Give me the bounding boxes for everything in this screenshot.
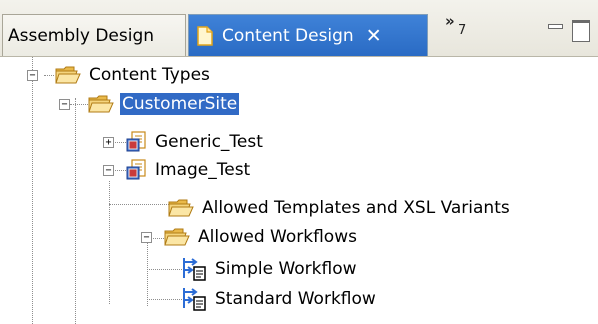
workflow-icon	[183, 258, 206, 281]
tree-node-image-test[interactable]: Image_Test	[125, 156, 252, 184]
tree-node-customersite[interactable]: CustomerSite	[88, 90, 240, 118]
collapse-toggle-customersite[interactable]: −	[59, 99, 70, 110]
content-types-tree: − − + − − Content Types CustomerSite Gen…	[0, 57, 598, 324]
tab-assembly-design-label: Assembly Design	[8, 25, 155, 46]
tree-node-label: Content Types	[89, 65, 210, 85]
tree-node-label: Generic_Test	[155, 132, 263, 152]
tree-guide-line	[75, 98, 76, 324]
tree-guide-line	[147, 239, 148, 306]
tree-guide-line	[147, 269, 182, 270]
tree-node-label: Image_Test	[155, 160, 251, 180]
editor-tab-bar: Assembly Design Content Design ✕ » 7	[0, 0, 598, 57]
tree-node-standard-workflow[interactable]: Standard Workflow	[181, 285, 378, 313]
tree-guide-line	[109, 181, 110, 304]
tab-assembly-design[interactable]: Assembly Design	[2, 14, 186, 56]
folder-open-icon	[88, 95, 114, 113]
minimize-icon[interactable]	[548, 24, 563, 29]
tree-node-allowed-templates[interactable]: Allowed Templates and XSL Variants	[168, 194, 512, 222]
expand-toggle-generic-test[interactable]: +	[103, 137, 114, 148]
tree-node-simple-workflow[interactable]: Simple Workflow	[181, 255, 359, 283]
folder-open-icon	[55, 66, 81, 84]
document-icon	[197, 25, 213, 46]
collapse-toggle-image-test[interactable]: −	[103, 165, 114, 176]
tree-node-label: Allowed Workflows	[198, 227, 357, 247]
tree-guide-line	[109, 204, 169, 205]
tab-content-design-label: Content Design	[222, 25, 354, 46]
tree-node-generic-test[interactable]: Generic_Test	[125, 128, 265, 156]
collapse-toggle-allowed-workflows[interactable]: −	[141, 232, 152, 243]
maximize-icon[interactable]	[572, 20, 590, 42]
tree-node-label: Allowed Templates and XSL Variants	[202, 198, 510, 218]
tree-node-label: Standard Workflow	[215, 289, 376, 309]
tree-node-content-types[interactable]: Content Types	[55, 61, 212, 89]
tree-node-label: CustomerSite	[120, 93, 240, 115]
content-type-icon	[126, 159, 146, 180]
tree-guide-line	[70, 104, 88, 105]
tree-guide-line	[44, 75, 54, 76]
tab-content-design[interactable]: Content Design ✕	[188, 14, 428, 56]
overflow-count: 7	[458, 23, 467, 38]
workflow-icon	[183, 288, 206, 311]
close-icon[interactable]: ✕	[366, 25, 382, 47]
tree-node-label: Simple Workflow	[215, 259, 357, 279]
tree-node-allowed-workflows[interactable]: Allowed Workflows	[164, 223, 359, 251]
folder-open-icon	[164, 228, 190, 246]
content-type-icon	[126, 131, 146, 152]
tree-guide-line	[32, 57, 33, 324]
tree-guide-line	[147, 299, 182, 300]
chevron-overflow-icon[interactable]: »	[445, 12, 455, 30]
collapse-toggle-content-types[interactable]: −	[27, 70, 38, 81]
folder-open-icon	[168, 199, 194, 217]
